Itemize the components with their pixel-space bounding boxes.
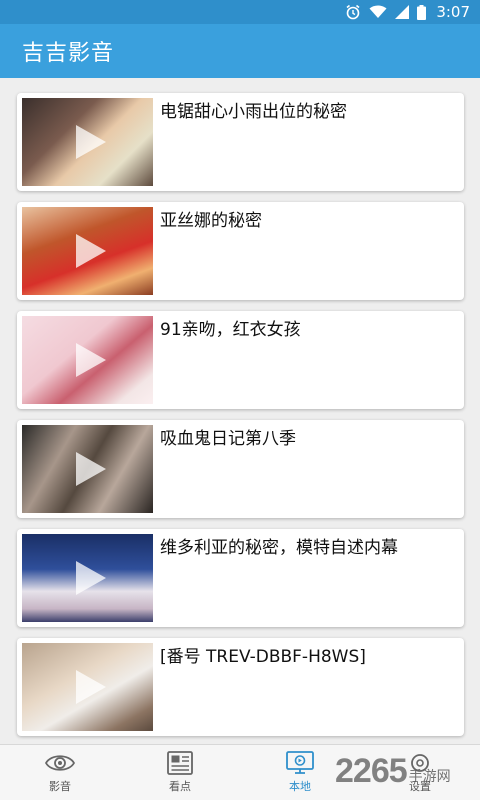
nav-tab-yingyin[interactable]: 影音 [0,745,120,800]
video-thumbnail[interactable] [22,98,153,186]
video-title: 亚丝娜的秘密 [160,211,262,231]
app-title: 吉吉影音 [22,41,115,66]
video-thumbnail[interactable] [22,534,153,622]
video-title: 维多利亚的秘密，模特自述内幕 [160,538,398,558]
video-card[interactable]: 吸血鬼日记第八季 [17,420,464,518]
play-icon [75,452,106,486]
status-time: 3:07 [436,3,470,21]
video-title: [番号 TREV-DBBF-H8WS] [160,647,366,667]
video-card[interactable]: 维多利亚的秘密，模特自述内幕 [17,529,464,627]
video-title: 91亲吻，红衣女孩 [160,320,301,340]
wifi-icon [369,5,387,19]
bottom-nav: 影音 看点 本地 设置 [0,744,480,800]
play-icon [75,234,106,268]
video-thumbnail[interactable] [22,316,153,404]
video-title: 电锯甜心小雨出位的秘密 [160,102,347,122]
video-list: 电锯甜心小雨出位的秘密 亚丝娜的秘密 91亲吻，红衣女孩 吸血鬼日记第八季 维多… [17,93,464,747]
nav-label: 设置 [409,780,431,793]
news-icon [165,751,195,775]
play-icon [75,670,106,704]
video-card[interactable]: [番号 TREV-DBBF-H8WS] [17,638,464,736]
settings-icon [405,751,435,775]
signal-icon [395,5,410,19]
video-title: 吸血鬼日记第八季 [160,429,296,449]
nav-label: 本地 [289,780,311,793]
battery-icon [417,4,427,20]
nav-tab-bendi[interactable]: 本地 [240,745,360,800]
status-bar: 3:07 [0,0,480,24]
video-thumbnail[interactable] [22,425,153,513]
nav-label: 影音 [49,780,71,793]
nav-tab-shezhi[interactable]: 设置 [360,745,480,800]
play-icon [75,343,106,377]
nav-tab-kandian[interactable]: 看点 [120,745,240,800]
play-icon [75,125,106,159]
video-card[interactable]: 亚丝娜的秘密 [17,202,464,300]
video-card[interactable]: 电锯甜心小雨出位的秘密 [17,93,464,191]
video-thumbnail[interactable] [22,207,153,295]
app-bar: 吉吉影音 [0,24,480,78]
video-thumbnail[interactable] [22,643,153,731]
eye-icon [45,751,75,775]
local-video-icon [285,751,315,775]
play-icon [75,561,106,595]
alarm-icon [345,4,361,20]
nav-label: 看点 [169,780,191,793]
video-card[interactable]: 91亲吻，红衣女孩 [17,311,464,409]
